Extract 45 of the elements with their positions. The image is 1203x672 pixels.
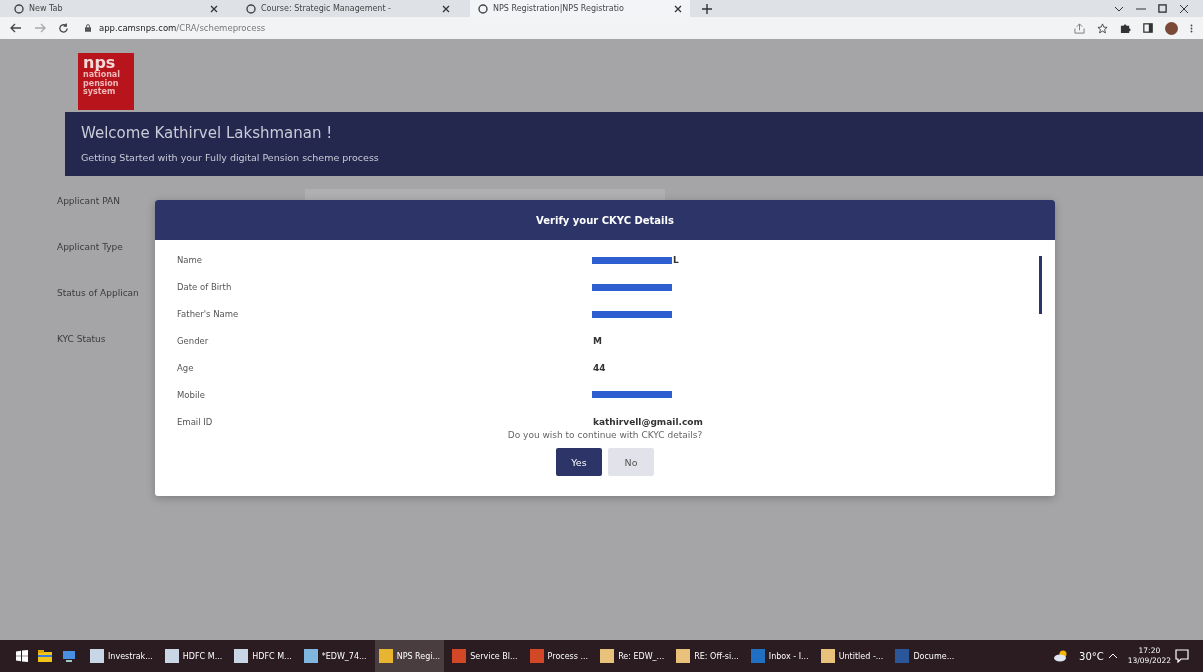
taskbar-app[interactable]: Inbox - I... [746,640,813,672]
detail-value: M [593,336,602,346]
confirm-question: Do you wish to continue with CKYC details? [506,430,704,440]
detail-value: kathirvell@gmail.com [593,416,703,427]
taskbar-app[interactable]: RE: Off-si... [672,640,743,672]
dialog-title: Verify your CKYC Details [155,200,1055,240]
logo-text: national [83,71,121,79]
field-label: Applicant PAN [57,196,120,208]
tab-title: Course: Strategic Management - [261,4,392,13]
detail-label: Age [177,362,195,373]
taskbar-app[interactable]: Untitled -... [816,640,888,672]
taskbar-app[interactable]: Service Bl... [448,640,522,672]
detail-label: Email ID [177,416,214,427]
browser-tab[interactable]: NPS Registration|NPS Registratio [470,0,690,17]
detail-value: 44 [593,362,606,373]
tab-title: New Tab [29,4,64,13]
browser-tab[interactable]: New Tab [6,0,226,17]
taskbar-app[interactable]: Docume... [891,640,959,672]
weather-temperature: 30°C [1079,650,1104,662]
logo-text: pension [83,79,120,88]
logo-mark: nps [83,55,116,71]
taskbar-app[interactable]: HDFC M... [160,640,227,672]
detail-label: Gender [177,336,210,346]
taskbar-app[interactable]: HDFC M... [230,640,296,672]
taskbar-app[interactable]: Process ... [525,640,593,672]
url-text: app.camsnps.com/CRA/schemeprocess [99,23,266,33]
browser-tab[interactable]: Course: Strategic Management - [238,0,458,17]
yes-button[interactable]: Yes [556,448,602,476]
taskbar-app[interactable]: Re: EDW_... [596,640,669,672]
taskbar-app[interactable]: NPS Regi... [374,640,445,672]
welcome-subtitle: Getting Started with your Fully digital Pension scheme process [81,152,380,163]
detail-label: Father's Name [177,309,240,320]
detail-label: Name [177,255,204,266]
taskbar-app[interactable]: *EDW_74... [299,640,371,672]
field-label: KYC Status [57,334,106,346]
field-label: Status of Applican [57,288,139,300]
detail-label: Date of Birth [177,282,233,293]
welcome-title: Welcome Kathirvel Lakshmanan ! [81,124,334,142]
field-label: Applicant Type [57,242,123,254]
logo-text: system [83,88,116,97]
detail-label: Mobile [177,389,206,400]
taskbar-app[interactable]: Investrak... [86,640,157,672]
tab-title: NPS Registration|NPS Registratio [493,4,625,13]
detail-value: L [673,255,679,266]
no-button[interactable]: No [608,448,654,476]
